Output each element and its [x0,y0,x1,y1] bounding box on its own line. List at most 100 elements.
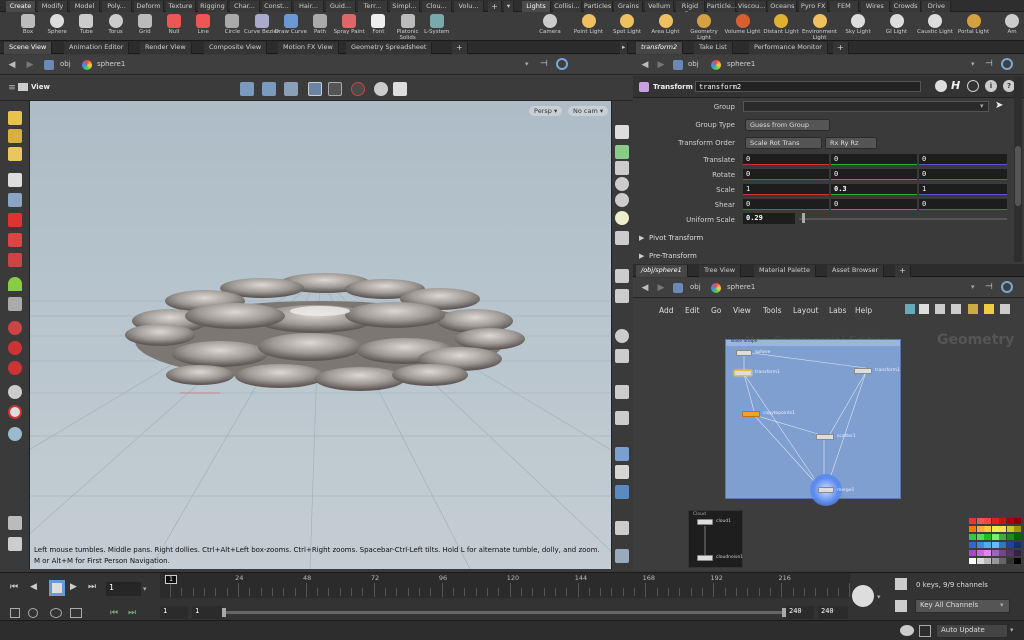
pane-menu-icon[interactable]: ▸ [620,42,629,54]
node-sphere[interactable] [736,350,752,356]
gear-icon[interactable] [935,80,947,92]
network-menu-help[interactable]: Help [855,306,872,315]
network-tab-2[interactable]: Material Palette [754,265,816,277]
camera-menu[interactable]: No cam ▾ [568,106,609,116]
color-swatch[interactable] [991,534,999,540]
color-swatch[interactable] [1006,542,1014,548]
light-tool-10[interactable]: Caustic Light [915,12,955,41]
jump-end-icon[interactable]: ⏭ [88,582,102,594]
shelf-tab-0[interactable]: Create [6,1,36,12]
network-box[interactable]: Base Shape sphere transform1 transform1 … [725,339,901,506]
path-node[interactable]: sphere1 [97,60,125,68]
texture-icon[interactable] [615,465,629,479]
translate-z[interactable]: 0 [919,154,1007,165]
snap-point-icon[interactable] [284,82,298,96]
path-obj[interactable]: obj [688,60,699,68]
color-swatch[interactable] [999,558,1006,564]
shelf-tab-12[interactable]: Simpl... [390,1,420,12]
shelf-tab-right-13[interactable]: Drive S... [922,1,952,18]
color-swatch[interactable] [991,518,999,524]
network-editor[interactable]: AddEditGoViewToolsLayoutLabsHelp Non-Com… [633,299,1024,570]
shelf-tab-4[interactable]: Deform [134,1,164,12]
light-tool-9[interactable]: GI Light [877,12,917,41]
display-icon[interactable] [615,145,629,159]
forward-arrow-icon[interactable]: ▶ [24,59,36,71]
render-region-icon[interactable] [328,82,342,96]
record-icon[interactable] [351,82,365,96]
color-swatch[interactable] [1006,518,1014,524]
node-transform1[interactable] [854,368,872,374]
channel-icon[interactable] [895,578,907,590]
snap-icon[interactable] [240,82,254,96]
light-tool-1[interactable]: Point Light [569,12,609,41]
color-swatch[interactable] [976,558,984,564]
shelf-tab-right-6[interactable]: Particle... [706,1,737,12]
pin-icon[interactable]: ⊣ [540,59,548,69]
handle-icon[interactable] [8,213,22,227]
color-swatch[interactable] [1006,550,1014,556]
magnet-icon[interactable] [8,321,22,335]
network-tab-3[interactable]: Asset Browser [827,265,885,277]
pane-tab-5[interactable]: Geometry Spreadsheet [346,42,433,54]
link-icon[interactable] [1001,281,1013,293]
measure-icon[interactable] [8,297,22,311]
render-icon[interactable] [8,405,22,419]
pane-tab-4[interactable]: Motion FX View [278,42,339,54]
shelf-tab-right-0[interactable]: Lights a... [522,1,551,18]
magnet3-icon[interactable] [8,361,22,375]
color-swatch[interactable] [999,526,1006,532]
shelf-tab-right-5[interactable]: Rigid B... [676,1,705,18]
pane-tab-3[interactable]: Composite View [204,42,268,54]
color-swatch[interactable] [976,542,984,548]
param-tab-1[interactable]: Take List [694,42,733,54]
normal-icon[interactable] [615,289,629,303]
scene-viewport[interactable]: Persp ▾ No cam ▾ Left mouse tumbles. Mid… [30,101,611,569]
light-tool-3[interactable]: Area Light [646,12,686,41]
lock-icon[interactable] [8,193,22,207]
translate-x[interactable]: 0 [743,154,829,165]
range-slider-start-handle[interactable] [222,608,226,617]
key-channels-dropdown-icon[interactable]: ▾ [1000,601,1004,609]
play-icon[interactable]: ▶ [70,582,84,594]
dot-icon[interactable] [615,329,629,343]
path-node[interactable]: sphere1 [727,60,755,68]
ghost-icon[interactable] [615,125,629,139]
shade-icon[interactable] [615,485,629,499]
color-swatch[interactable] [991,542,999,548]
grid-toggle-icon[interactable] [615,411,629,425]
shear-y[interactable]: 0 [831,199,917,210]
move-icon[interactable] [8,129,22,143]
vr-headset-icon[interactable] [374,82,388,96]
pin-icon[interactable]: ⊣ [985,59,993,69]
pivot-section[interactable]: Pivot Transform [649,234,703,242]
network-tab-0[interactable]: /obj/sphere1 [636,265,688,277]
current-frame-field[interactable]: 1 [106,582,141,596]
shelf-menu-icon[interactable]: ▾ [504,1,514,12]
network-menu-labs[interactable]: Labs [829,306,846,315]
param-scroll-thumb[interactable] [1015,146,1021,206]
shelf-tab-right-10[interactable]: FEM [830,1,859,12]
color-swatch[interactable] [999,534,1006,540]
group-type-menu[interactable]: Guess from Group [745,119,830,131]
shelf-tab-13[interactable]: Clou... [422,1,452,12]
shear-z[interactable]: 0 [919,199,1007,210]
color-swatch[interactable] [984,534,991,540]
forward-arrow-icon[interactable]: ▶ [655,59,667,71]
audio-icon[interactable] [50,608,62,618]
frame-step-icon[interactable]: ▾ [143,585,147,593]
scale-x[interactable]: 1 [743,184,829,195]
play-reverse-icon[interactable]: ◀ [30,582,44,594]
color-swatch[interactable] [984,526,991,532]
range-start2-field[interactable]: 1 [192,606,222,619]
transform-order-menu[interactable]: Scale Rot Trans [745,137,822,149]
light-tool-7[interactable]: Environment Light [800,12,840,41]
menu-icon[interactable]: ≡ [6,82,18,94]
back-arrow-icon[interactable]: ◀ [639,282,651,294]
pane-tab-0[interactable]: Scene View [4,42,53,54]
rotation-order-menu[interactable]: Rx Ry Rz [825,137,877,149]
node-cloudnoise1[interactable] [697,555,713,561]
shelf-tab-1[interactable]: Modify [38,1,68,12]
network-menu-tools[interactable]: Tools [763,306,781,315]
color-swatch[interactable] [969,558,976,564]
shelf-tab-10[interactable]: Guid... [326,1,356,12]
